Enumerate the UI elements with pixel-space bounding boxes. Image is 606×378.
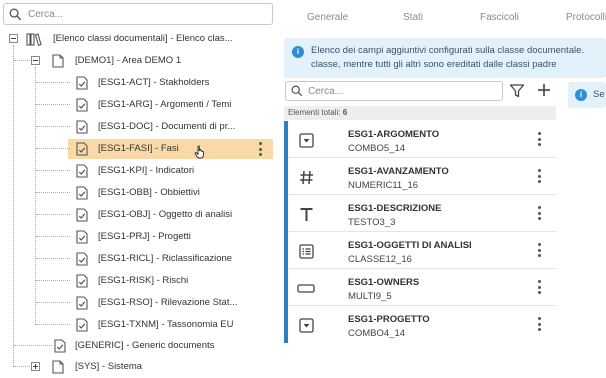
info-icon: i xyxy=(292,46,304,58)
library-icon xyxy=(26,33,42,46)
document-check-icon xyxy=(76,274,88,288)
field-name: ESG1-AVANZAMENTO xyxy=(348,166,449,177)
tab-stati[interactable]: Stati xyxy=(403,12,423,23)
tree-item-label: [ESG1-ARG] - Argomenti / Temi xyxy=(98,99,232,110)
field-menu-kebab-icon[interactable] xyxy=(537,243,541,257)
field-menu-kebab-icon[interactable] xyxy=(537,169,541,183)
fields-search-input[interactable] xyxy=(308,84,498,99)
field-type: CLASSE12_16 xyxy=(348,254,412,265)
field-type: TESTO3_3 xyxy=(348,217,396,228)
document-icon xyxy=(52,54,64,68)
tree-item-label: [ESG1-PRJ] - Progetti xyxy=(98,231,191,242)
document-icon xyxy=(52,360,64,374)
field-item-progetto[interactable]: ESG1-PROGETTO COMBO4_14 xyxy=(288,306,556,343)
document-check-icon xyxy=(76,142,88,156)
field-item-descrizione[interactable]: ESG1-DESCRIZIONE TESTO3_3 xyxy=(288,195,556,232)
document-check-icon xyxy=(76,98,88,112)
field-type: NUMERIC11_16 xyxy=(348,180,419,191)
document-check-icon xyxy=(54,339,66,353)
expand-sys-toggle[interactable] xyxy=(31,362,40,371)
tree-item-label: [ESG1-OBB] - Obbiettivi xyxy=(98,187,200,198)
hash-icon xyxy=(297,168,315,186)
tree-connector xyxy=(14,60,30,61)
field-item-oggetti-di-analisi[interactable]: ESG1-OGGETTI DI ANALISI CLASSE12_16 xyxy=(288,232,556,269)
add-icon[interactable] xyxy=(536,82,552,98)
document-check-icon xyxy=(76,252,88,266)
field-type: MULTI9_5 xyxy=(348,291,392,302)
tree-search-box[interactable] xyxy=(3,3,273,25)
tree-item-label: [ESG1-DOC] - Documenti di pr... xyxy=(98,121,236,132)
field-item-avanzamento[interactable]: ESG1-AVANZAMENTO NUMERIC11_16 xyxy=(288,158,556,195)
document-check-icon xyxy=(76,186,88,200)
tree-item-label: [ESG1-RICL] - Riclassificazione xyxy=(98,253,233,264)
search-icon xyxy=(291,85,303,97)
field-menu-kebab-icon[interactable] xyxy=(537,132,541,146)
combo-icon xyxy=(297,316,315,334)
filter-icon[interactable] xyxy=(509,83,525,99)
tree-item-label: [ESG1-KPI] - Indicatori xyxy=(98,165,195,176)
row-menu-kebab-icon[interactable] xyxy=(258,142,262,156)
combo-icon xyxy=(297,131,315,149)
tab-fascicoli[interactable]: Fascicoli xyxy=(480,12,519,23)
document-check-icon xyxy=(76,164,88,178)
tree-item-label: [ESG1-RSO] - Rilevazione Stat... xyxy=(98,297,238,308)
field-name: ESG1-ARGOMENTO xyxy=(348,129,440,140)
collapse-root-toggle[interactable] xyxy=(9,34,18,43)
search-icon xyxy=(9,8,22,21)
tree-search-input[interactable] xyxy=(28,6,263,22)
field-type: COMBO5_14 xyxy=(348,143,406,154)
info-banner: i Elenco dei campi aggiuntivi configurat… xyxy=(284,38,606,78)
document-check-icon xyxy=(76,208,88,222)
side-info-banner: i Se xyxy=(568,82,606,108)
tree-item-label: [GENERIC] - Generic documents xyxy=(75,340,215,351)
document-check-icon xyxy=(76,76,88,90)
total-count-bar: Elementi totali: 6 xyxy=(284,106,556,120)
fields-search-box[interactable] xyxy=(285,81,503,101)
field-menu-kebab-icon[interactable] xyxy=(537,317,541,331)
list-icon xyxy=(297,242,315,260)
tree-item-label: [ESG1-OBJ] - Oggetto di analisi xyxy=(98,209,233,220)
class-tree-panel: [Elenco classi documentali] - Elenco cla… xyxy=(0,0,280,378)
multi-icon xyxy=(297,279,315,297)
tree-guide-line xyxy=(35,67,36,325)
total-count: Elementi totali: 6 xyxy=(288,108,348,117)
field-name: ESG1-OWNERS xyxy=(348,277,420,288)
field-name: ESG1-PROGETTO xyxy=(348,314,430,325)
tree-item-label: [ESG1-TXNM] - Tassonomia EU xyxy=(98,319,234,330)
detail-tabs: Generale Stati Fascicoli Protocolli xyxy=(280,0,606,36)
tree-item-label: [ESG1-FASI] - Fasi xyxy=(98,143,179,154)
tree-item-demo1[interactable]: [DEMO1] - Area DEMO 1 xyxy=(75,55,181,66)
tab-generale[interactable]: Generale xyxy=(307,12,348,23)
info-text-line2: classe, mentre tutti gli altri sono ered… xyxy=(311,59,557,70)
document-check-icon xyxy=(76,296,88,310)
field-menu-kebab-icon[interactable] xyxy=(537,206,541,220)
hand-pointer-cursor-icon xyxy=(194,145,204,159)
field-item-argomento[interactable]: ESG1-ARGOMENTO COMBO5_14 xyxy=(288,121,556,158)
tree-connector xyxy=(14,366,30,367)
field-item-owners[interactable]: ESG1-OWNERS MULTI9_5 xyxy=(288,269,556,306)
tree-item-label: [ESG1-ACT] - Stakholders xyxy=(98,77,210,88)
tree-root-label[interactable]: [Elenco classi documentali] - Elenco cla… xyxy=(53,33,233,44)
info-icon: i xyxy=(575,89,587,101)
field-menu-kebab-icon[interactable] xyxy=(537,280,541,294)
tab-protocolli[interactable]: Protocolli xyxy=(566,12,606,23)
document-check-icon xyxy=(76,230,88,244)
side-info-text: Se xyxy=(593,89,605,100)
document-check-icon xyxy=(76,120,88,134)
collapse-demo1-toggle[interactable] xyxy=(31,56,40,65)
field-name: ESG1-DESCRIZIONE xyxy=(348,203,442,214)
field-type: COMBO4_14 xyxy=(348,328,406,339)
tree-item-label: [ESG1-RISK] - Rischi xyxy=(98,275,189,286)
field-name: ESG1-OGGETTI DI ANALISI xyxy=(348,240,472,251)
document-check-icon xyxy=(76,318,88,332)
tree-guide-line xyxy=(13,45,14,367)
text-icon xyxy=(297,205,315,223)
fields-list: ESG1-ARGOMENTO COMBO5_14 ESG1-AVANZAMENT… xyxy=(284,121,556,343)
info-text-line1: Elenco dei campi aggiuntivi configurati … xyxy=(311,45,585,56)
tree-item-sys[interactable]: [SYS] - Sistema xyxy=(75,361,142,372)
